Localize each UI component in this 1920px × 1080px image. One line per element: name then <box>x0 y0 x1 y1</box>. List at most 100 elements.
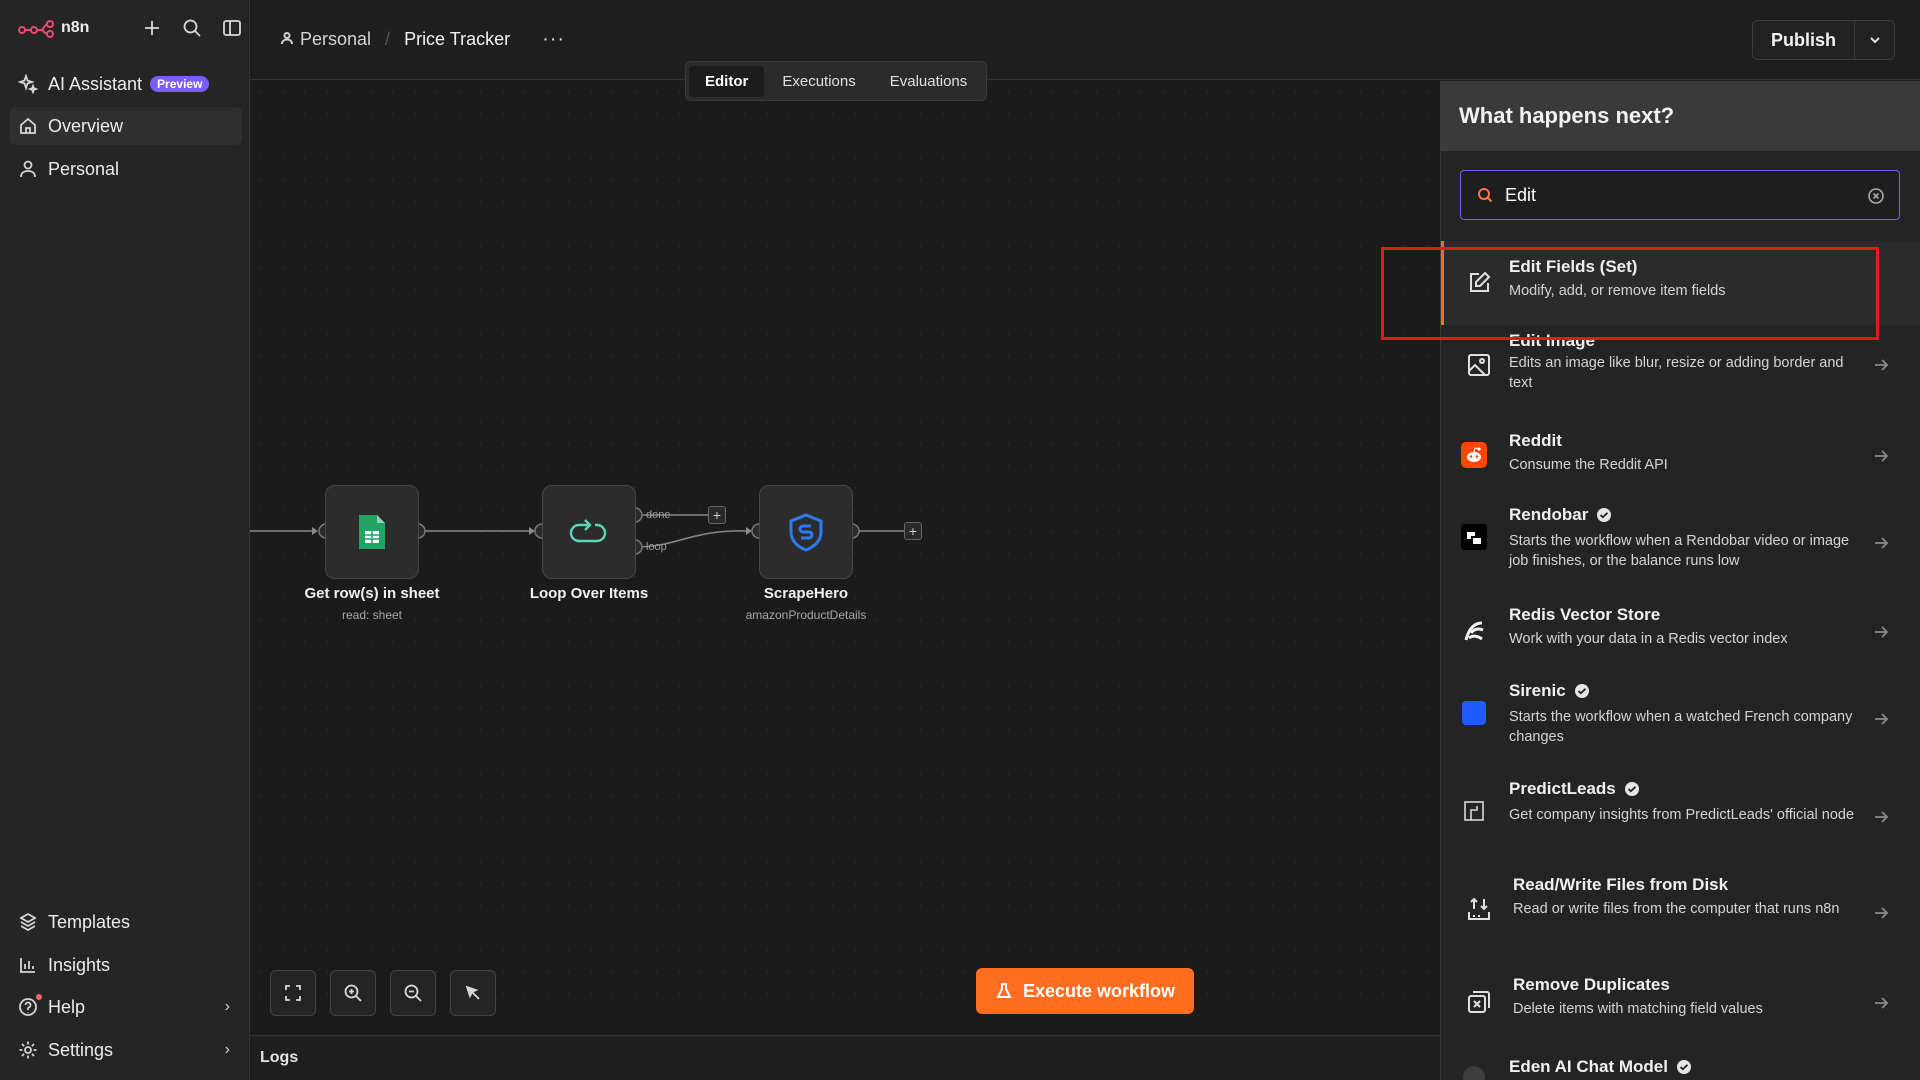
breadcrumb-project[interactable]: Personal <box>300 29 371 50</box>
fullscreen-icon <box>285 985 301 1001</box>
view-tabs: Editor Executions Evaluations <box>685 61 988 101</box>
result-read-write-files[interactable]: Read/Write Files from Disk Read or write… <box>1441 867 1920 963</box>
magic-wand-icon <box>465 985 480 1000</box>
result-description: Edits an image like blur, resize or addi… <box>1509 355 1844 391</box>
workflow-title[interactable]: Price Tracker <box>404 29 510 50</box>
image-icon <box>1465 351 1493 379</box>
edit-pencil-icon <box>1465 269 1493 297</box>
arrow-right-icon <box>1875 997 1889 1009</box>
tab-evaluations[interactable]: Evaluations <box>874 66 984 97</box>
google-sheets-icon <box>359 515 385 549</box>
verified-badge-icon <box>1677 1060 1691 1074</box>
panel-header: What happens next? <box>1441 81 1920 151</box>
node-creator-panel: What happens next? Edit Fields (Set) Mod… <box>1440 81 1920 1080</box>
logo-row: n8n <box>18 16 244 40</box>
search-input[interactable] <box>1505 184 1845 206</box>
node-search <box>1460 170 1900 220</box>
result-title-text: Read/Write Files from Disk <box>1513 875 1729 894</box>
result-title-text: Sirenic <box>1509 681 1566 700</box>
workflow-canvas[interactable]: Get row(s) in sheet read: sheet Loop Ove… <box>250 81 1440 1035</box>
scrapehero-shield-icon <box>789 513 823 552</box>
zoom-in-icon <box>344 984 362 1002</box>
sidebar-item-label: Personal <box>48 158 120 179</box>
sidebar-item-templates[interactable]: Templates <box>10 903 242 941</box>
add-button[interactable] <box>140 16 164 40</box>
result-title: Rendobar <box>1509 505 1612 525</box>
disk-files-icon <box>1465 895 1493 923</box>
toggle-sidebar-button[interactable] <box>220 16 244 40</box>
publish-group: Publish <box>1751 20 1895 60</box>
result-remove-duplicates[interactable]: Remove Duplicates Delete items with matc… <box>1441 963 1920 1041</box>
result-title-text: Remove Duplicates <box>1513 975 1670 994</box>
result-title: Reddit <box>1509 431 1562 451</box>
sidebar-item-settings[interactable]: Settings › <box>10 1031 242 1069</box>
loop-icon <box>569 519 607 543</box>
result-title: Read/Write Files from Disk <box>1513 875 1728 895</box>
plus-icon <box>145 21 159 35</box>
logs-bar[interactable]: Logs <box>250 1035 1440 1080</box>
sidebar-item-help[interactable]: Help › <box>10 988 242 1026</box>
more-options-button[interactable]: ··· <box>542 28 565 51</box>
result-edit-image[interactable]: Edit Image Edits an image like blur, res… <box>1441 325 1920 417</box>
breadcrumb-separator: / <box>385 29 391 49</box>
result-title-text: Redis Vector Store <box>1509 605 1661 624</box>
redis-icon <box>1460 617 1488 645</box>
result-description: Delete items with matching field values <box>1513 1001 1763 1017</box>
sidebar-item-insights[interactable]: Insights <box>10 946 242 984</box>
result-edit-fields[interactable]: Edit Fields (Set) Modify, add, or remove… <box>1441 241 1920 325</box>
result-title-text: Rendobar <box>1509 505 1589 524</box>
add-node-after-done-button[interactable]: + <box>708 506 726 524</box>
edge-label-loop: loop <box>646 541 667 553</box>
result-redis-vector-store[interactable]: Redis Vector Store Work with your data i… <box>1441 593 1920 671</box>
verified-badge-icon <box>1574 684 1589 698</box>
search-button[interactable] <box>180 16 204 40</box>
execute-workflow-button[interactable]: Execute workflow <box>976 968 1194 1014</box>
result-description: Starts the workflow when a Rendobar vide… <box>1509 533 1850 569</box>
node-loop-over-items[interactable] <box>542 485 636 579</box>
arrow-right-icon <box>1875 450 1889 462</box>
sidebar-panel-icon <box>223 20 241 36</box>
result-title-text: Reddit <box>1509 431 1562 450</box>
verified-badge-icon <box>1624 782 1639 796</box>
sidebar-item-ai-assistant[interactable]: AI Assistant Preview <box>10 65 242 103</box>
publish-dropdown-button[interactable] <box>1854 21 1894 59</box>
node-scrapehero[interactable] <box>759 485 853 579</box>
fit-view-button[interactable] <box>270 970 316 1016</box>
sidebar-item-label: AI Assistant <box>48 73 143 94</box>
result-title: Edit Fields (Set) <box>1509 257 1637 277</box>
tab-executions[interactable]: Executions <box>766 66 871 97</box>
sparkle-icon <box>18 74 38 94</box>
result-eden-ai-chat-model[interactable]: Eden AI Chat Model <box>1441 1041 1920 1080</box>
node-get-rows-in-sheet[interactable] <box>325 485 419 579</box>
result-predictleads[interactable]: PredictLeads Get company insights from P… <box>1441 769 1920 867</box>
result-rendobar[interactable]: Rendobar Starts the workflow when a Rend… <box>1441 495 1920 593</box>
zoom-in-button[interactable] <box>330 970 376 1016</box>
result-sirenic[interactable]: Sirenic Starts the workflow when a watch… <box>1441 671 1920 769</box>
tab-editor[interactable]: Editor <box>689 65 765 97</box>
zoom-out-button[interactable] <box>390 970 436 1016</box>
arrow-right-icon <box>1875 537 1889 549</box>
tidy-up-button[interactable] <box>450 970 496 1016</box>
home-icon <box>20 117 36 134</box>
sidebar-item-personal[interactable]: Personal <box>10 150 242 188</box>
chevron-right-icon: › <box>224 998 230 1015</box>
user-icon <box>20 160 36 178</box>
clear-search-icon[interactable] <box>1867 187 1885 205</box>
result-title: PredictLeads <box>1509 779 1640 799</box>
sidebar-item-label: Insights <box>48 954 111 975</box>
result-title-text: Eden AI Chat Model <box>1509 1057 1668 1076</box>
sirenic-icon <box>1460 699 1488 727</box>
publish-button[interactable]: Publish <box>1752 21 1854 59</box>
sidebar-item-label: Help <box>48 996 86 1017</box>
canvas-controls <box>270 970 496 1016</box>
result-title: Edit Image <box>1509 331 1595 351</box>
result-title: Sirenic <box>1509 681 1590 701</box>
result-description: Modify, add, or remove item fields <box>1509 283 1726 299</box>
n8n-logo-icon <box>18 20 54 38</box>
add-node-after-scrapehero-button[interactable]: + <box>904 522 922 540</box>
eden-ai-icon <box>1460 1063 1488 1080</box>
sidebar-item-overview[interactable]: Overview <box>10 107 242 145</box>
result-description: Work with your data in a Redis vector in… <box>1509 631 1788 647</box>
rendobar-icon <box>1460 523 1488 551</box>
result-reddit[interactable]: Reddit Consume the Reddit API <box>1441 417 1920 495</box>
